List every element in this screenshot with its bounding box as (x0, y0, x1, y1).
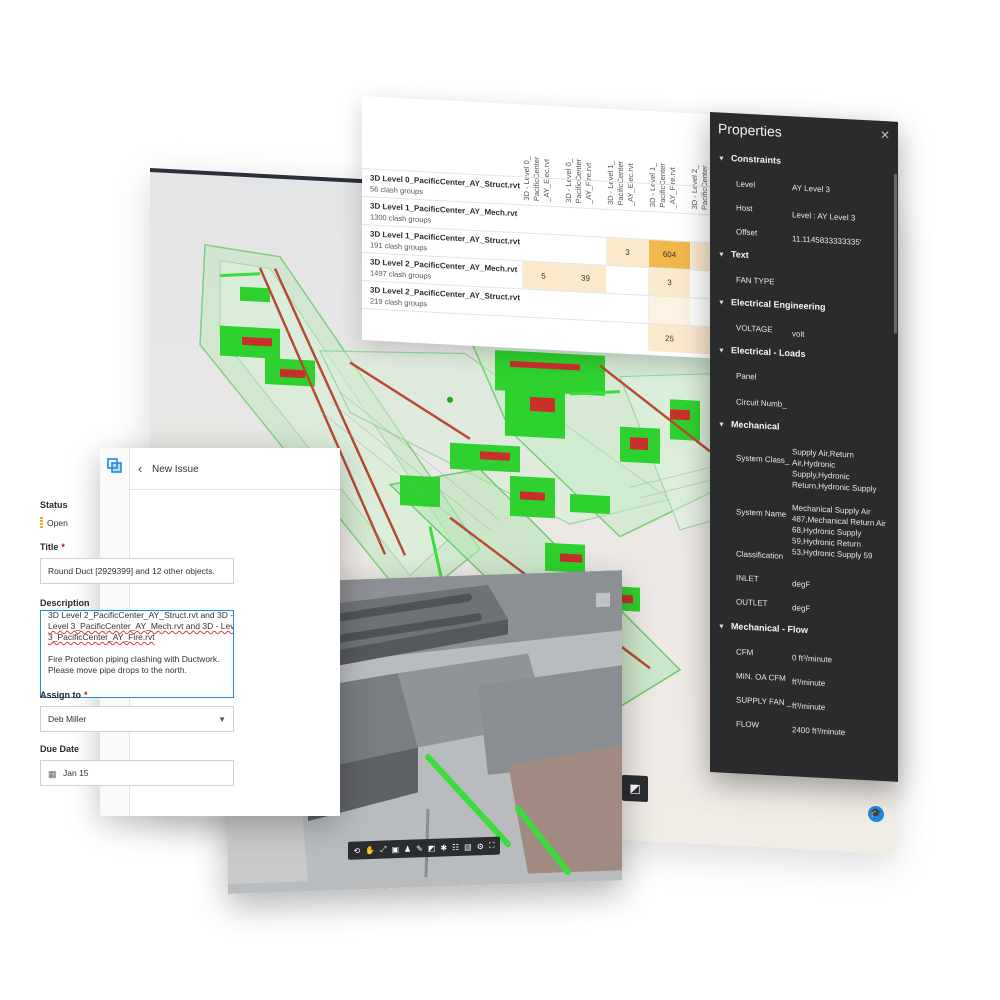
prop-value: volt (792, 329, 805, 339)
title-label: Title * (40, 542, 65, 552)
properties-scrollbar[interactable] (894, 173, 897, 334)
section-mechanical[interactable]: ▼ Mechanical (718, 418, 779, 432)
prop-key: Classification (736, 549, 784, 561)
clash-row-count: 1497 clash groups (370, 268, 432, 281)
clash-cell[interactable]: 604 (648, 239, 690, 270)
due-date-value: Jan 15 (63, 768, 89, 778)
due-date-input[interactable]: ▦ Jan 15 (40, 760, 234, 786)
section-electrical-engineering[interactable]: ▼ Electrical Engineering (718, 296, 825, 312)
section-constraints[interactable]: ▼ Constraints (718, 152, 781, 166)
prop-key: VOLTAGE (736, 323, 773, 335)
status-value[interactable]: Open (47, 518, 68, 528)
collapse-icon: ▼ (718, 299, 725, 307)
settings-icon[interactable]: ⚙ (477, 842, 484, 851)
orbit-icon[interactable]: ⟲ (353, 846, 360, 855)
prop-value: 2400 ft³/minute (792, 725, 846, 738)
clash-row-count: 56 clash groups (370, 184, 423, 197)
collapse-icon: ▼ (718, 155, 725, 163)
camera-icon[interactable]: ▣ (391, 845, 399, 854)
prop-value: degF (792, 579, 811, 590)
prop-key: Offset (736, 227, 758, 238)
properties-panel: Properties ✕ ▼ Constraints Level AY Level… (710, 112, 898, 782)
collapse-icon: ▼ (718, 421, 725, 429)
model-browser-icon[interactable]: ☷ (452, 842, 459, 851)
description-line: Please move pipe drops to the north. (48, 665, 187, 675)
clash-cell[interactable]: 25 (648, 323, 690, 354)
prop-key: System Name (736, 507, 787, 519)
prop-value: 11.1145833333335' (792, 234, 862, 247)
clash-row-count: 1300 clash groups (370, 212, 432, 225)
due-date-label: Due Date (40, 744, 80, 754)
prop-key: Panel (736, 371, 757, 382)
description-line (48, 643, 226, 654)
prop-value: Supply Air,Return Air,Hydronic Supply,Hy… (792, 447, 877, 494)
collapse-icon: ▼ (718, 347, 725, 355)
section-text[interactable]: ▼ Text (718, 248, 749, 260)
prop-key: System Class_ (736, 453, 790, 466)
calendar-icon: ▦ (48, 769, 57, 779)
walk-icon[interactable]: ♟ (404, 844, 411, 853)
clash-cell[interactable]: 3 (606, 237, 648, 267)
prop-value: Mechanical Supply Air 487,Mechanical Ret… (792, 503, 886, 561)
prop-key: OUTLET (736, 597, 768, 609)
description-line: 3D Level 2_PacificCenter_AY_Struct.rvt a… (48, 610, 234, 620)
prop-key: FAN TYPE (736, 275, 775, 287)
clash-matrix-panel: 3D - Level 0_ PacificCenter _AY_Elec.rvt… (362, 96, 714, 359)
help-icon[interactable]: 🎓 (868, 805, 884, 823)
prop-key: INLET (736, 573, 759, 584)
prop-value: degF (792, 603, 811, 614)
fit-icon[interactable]: ⤢ (380, 844, 386, 854)
prop-key: Level (736, 179, 756, 190)
status-label: Status (40, 500, 68, 510)
issues-icon[interactable] (107, 458, 123, 474)
prop-key: Host (736, 203, 753, 214)
clash-cell[interactable]: 5 (522, 261, 564, 291)
prop-value: 0 ft³/minute (792, 653, 833, 665)
properties-icon[interactable]: ▤ (464, 842, 472, 851)
section-mechanical-flow[interactable]: ▼ Mechanical - Flow (718, 620, 808, 635)
issue-header: ‹ New Issue (130, 448, 340, 490)
description-line: 3_PacificCenter_AY_Fire.rvt (48, 632, 155, 642)
fullscreen-icon[interactable]: ⛶ (489, 841, 495, 851)
clash-cell[interactable]: 3 (648, 267, 690, 298)
section-icon[interactable]: ◩ (428, 843, 436, 852)
properties-title: Properties (718, 120, 782, 140)
prop-key: Circuit Numb_ (736, 397, 787, 410)
assign-label: Assign to * (40, 690, 88, 700)
clash-row-count: 191 clash groups (370, 240, 428, 253)
prop-key: CFM (736, 647, 754, 658)
clash-cell[interactable]: 39 (564, 263, 606, 293)
issue-header-title: New Issue (152, 464, 199, 475)
prop-value: Level : AY Level 3 (792, 210, 856, 223)
prop-key: FLOW (736, 719, 760, 730)
close-icon[interactable]: ✕ (880, 128, 890, 143)
pan-icon[interactable]: ✋ (365, 845, 375, 854)
section-electrical-loads[interactable]: ▼ Electrical - Loads (718, 344, 805, 359)
prop-value: ft³/minute (792, 701, 826, 713)
assign-value: Deb Miller (48, 714, 87, 724)
status-indicator-icon (40, 517, 43, 529)
description-label: Description (40, 598, 90, 608)
chevron-left-icon[interactable]: ‹ (138, 461, 142, 476)
prop-key: MIN. OA CFM (736, 671, 786, 683)
description-textarea[interactable]: 3D Level 2_PacificCenter_AY_Struct.rvt a… (40, 610, 234, 698)
assign-select[interactable]: Deb Miller ▼ (40, 706, 234, 732)
explode-icon[interactable]: ✱ (440, 843, 447, 852)
measure-icon[interactable]: ✎ (416, 844, 423, 853)
title-input[interactable]: Round Duct [2929399] and 12 other object… (40, 558, 234, 584)
prop-key: SUPPLY FAN _ (736, 695, 792, 708)
collapse-icon: ▼ (718, 623, 725, 631)
viewcube-toggle-button[interactable]: ◩ (622, 774, 648, 803)
prop-value: ft³/minute (792, 677, 826, 689)
chevron-down-icon: ▼ (218, 715, 226, 724)
description-line: Fire Protection piping clashing with Duc… (48, 654, 220, 664)
collapse-icon: ▼ (718, 251, 725, 259)
clash-row-count: 219 clash groups (370, 296, 428, 309)
clash-cell[interactable] (648, 295, 690, 326)
prop-value: AY Level 3 (792, 183, 830, 195)
description-line: Level 3_PacificCenter_AY_Mech.rvt and 3D… (48, 621, 234, 631)
